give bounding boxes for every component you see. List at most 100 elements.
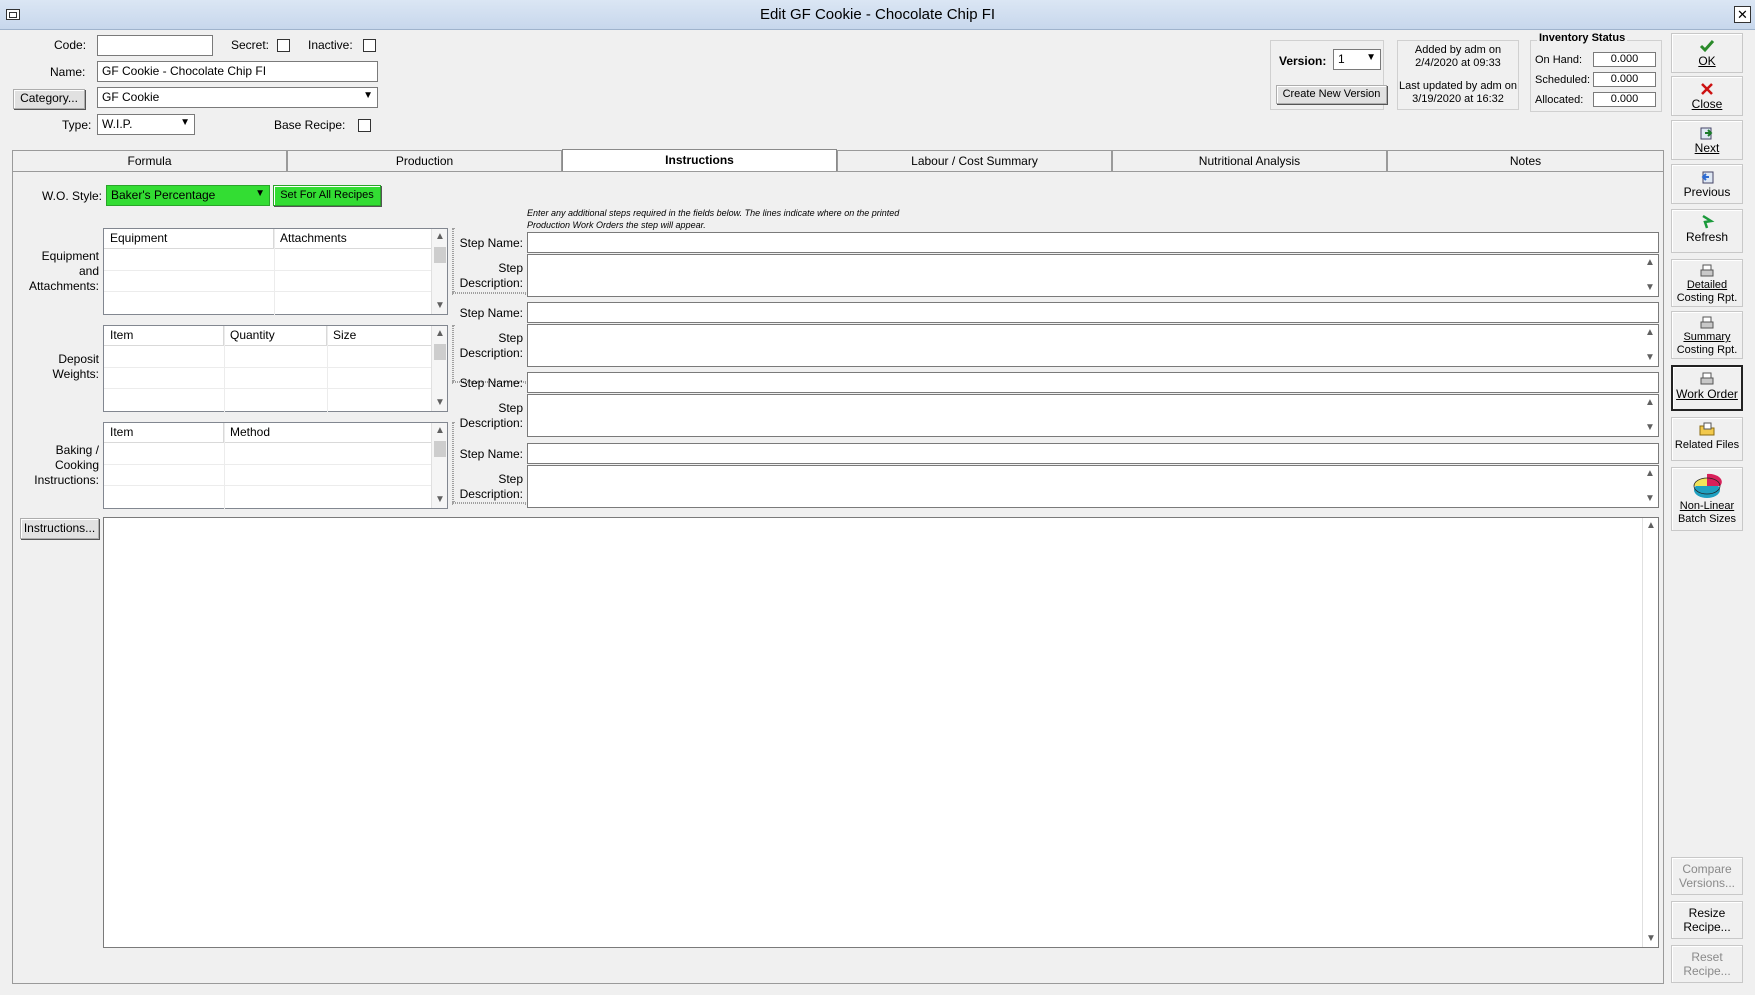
previous-label: Previous	[1683, 185, 1731, 199]
scroll-down-icon[interactable]: ▼	[1642, 350, 1658, 366]
window-close-icon[interactable]: ✕	[1734, 6, 1751, 23]
step-desc-line2: Description:	[459, 346, 523, 360]
step2-description-input[interactable]: ▲ ▼	[527, 324, 1659, 367]
step-desc-line2: Description:	[459, 276, 523, 290]
step-desc-line1: Step	[498, 401, 523, 415]
base-recipe-checkbox[interactable]	[358, 119, 371, 132]
tab-production[interactable]: Production	[287, 150, 562, 172]
equipment-label-line1: Equipment	[41, 249, 99, 263]
col-item[interactable]: Item	[104, 326, 224, 346]
scroll-down-icon[interactable]: ▼	[1642, 420, 1658, 436]
work-order-button[interactable]: Work Order	[1671, 365, 1743, 411]
added-line2: 2/4/2020 at 09:33	[1415, 57, 1501, 69]
previous-icon	[1701, 171, 1714, 184]
step2-scrollbar[interactable]: ▲ ▼	[1642, 325, 1658, 366]
step1-scrollbar[interactable]: ▲ ▼	[1642, 255, 1658, 296]
non-linear-batch-button[interactable]: Non-Linear Batch Sizes	[1671, 467, 1743, 531]
step-desc-line1: Step	[498, 261, 523, 275]
step1-description-input[interactable]: ▲ ▼	[527, 254, 1659, 297]
refresh-button[interactable]: Refresh	[1671, 209, 1743, 253]
baking-grid[interactable]: Item Method ▲ ▼	[103, 422, 448, 510]
instructions-button[interactable]: Instructions...	[20, 518, 99, 539]
code-input[interactable]	[97, 35, 213, 56]
step-desc-line2: Description:	[459, 416, 523, 430]
tab-labour-cost-summary[interactable]: Labour / Cost Summary	[837, 150, 1112, 172]
create-new-version-button[interactable]: Create New Version	[1276, 85, 1387, 104]
col-equipment[interactable]: Equipment	[104, 229, 274, 249]
scroll-down-icon[interactable]: ▼	[1642, 491, 1658, 507]
scroll-up-icon[interactable]: ▲	[1642, 466, 1658, 482]
scroll-up-icon[interactable]: ▲	[1642, 255, 1658, 271]
compare-line2: Versions...	[1678, 876, 1736, 890]
compare-line1: Compare	[1682, 862, 1732, 876]
type-select[interactable]: W.I.P. ▼	[97, 114, 195, 135]
pie-chart-icon	[1693, 473, 1722, 498]
inactive-label: Inactive:	[308, 38, 353, 52]
reset-recipe-button[interactable]: Reset Recipe...	[1671, 945, 1743, 983]
col-size[interactable]: Size	[327, 326, 432, 346]
wo-style-select[interactable]: Baker's Percentage ▼	[106, 185, 270, 206]
inactive-checkbox[interactable]	[363, 39, 376, 52]
on-hand-value: 0.000	[1593, 52, 1656, 67]
version-select[interactable]: 1 ▼	[1333, 49, 1381, 70]
col-method[interactable]: Method	[224, 423, 432, 443]
instructions-scrollbar[interactable]: ▲ ▼	[1642, 518, 1658, 947]
scroll-up-icon[interactable]: ▲	[1643, 518, 1659, 534]
step4-name-input[interactable]	[527, 443, 1659, 464]
step3-description-input[interactable]: ▲ ▼	[527, 394, 1659, 437]
base-recipe-label: Base Recipe:	[274, 118, 346, 132]
step2-name-label: Step Name:	[459, 306, 523, 320]
related-files-button[interactable]: Related Files	[1671, 417, 1743, 461]
type-value: W.I.P.	[102, 117, 133, 131]
resize-line1: Resize	[1688, 906, 1726, 920]
scheduled-value: 0.000	[1593, 72, 1656, 87]
tab-nutritional-analysis[interactable]: Nutritional Analysis	[1112, 150, 1387, 172]
inventory-title: Inventory Status	[1537, 32, 1628, 44]
reset-line1: Reset	[1691, 950, 1723, 964]
step3-scrollbar[interactable]: ▲ ▼	[1642, 395, 1658, 436]
set-for-all-recipes-button[interactable]: Set For All Recipes	[273, 185, 381, 206]
deposit-grid[interactable]: Item Quantity Size ▲ ▼	[103, 325, 448, 413]
resize-recipe-button[interactable]: Resize Recipe...	[1671, 901, 1743, 939]
step2-name-input[interactable]	[527, 302, 1659, 323]
summary-costing-button[interactable]: Summary Costing Rpt.	[1671, 311, 1743, 359]
secret-label: Secret:	[231, 38, 270, 52]
marker-line	[452, 292, 526, 294]
updated-line1: Last updated by adm on	[1398, 80, 1518, 92]
scroll-down-icon[interactable]: ▼	[1643, 931, 1659, 947]
col-quantity[interactable]: Quantity	[224, 326, 327, 346]
ok-label: OK	[1698, 54, 1716, 68]
step4-scrollbar[interactable]: ▲ ▼	[1642, 466, 1658, 507]
scroll-down-icon[interactable]: ▼	[1642, 280, 1658, 296]
compare-versions-button[interactable]: Compare Versions...	[1671, 857, 1743, 895]
ok-button[interactable]: OK	[1671, 33, 1743, 73]
detailed-costing-button[interactable]: Detailed Costing Rpt.	[1671, 259, 1743, 307]
next-button[interactable]: Next	[1671, 120, 1743, 160]
version-label: Version:	[1279, 54, 1327, 68]
previous-button[interactable]: Previous	[1671, 164, 1743, 204]
step4-description-input[interactable]: ▲ ▼	[527, 465, 1659, 508]
tab-instructions[interactable]: Instructions	[562, 149, 837, 173]
reset-label: Reset Recipe...	[1672, 950, 1742, 978]
printer-icon	[1700, 264, 1714, 277]
detailed-line1: Detailed	[1686, 279, 1728, 291]
col-item[interactable]: Item	[104, 423, 224, 443]
scroll-up-icon[interactable]: ▲	[1642, 325, 1658, 341]
name-input[interactable]: GF Cookie - Chocolate Chip FI	[97, 61, 378, 82]
category-select[interactable]: GF Cookie ▼	[97, 87, 378, 108]
category-button[interactable]: Category...	[13, 89, 85, 109]
secret-checkbox[interactable]	[277, 39, 290, 52]
tab-notes[interactable]: Notes	[1387, 150, 1664, 172]
wo-style-value: Baker's Percentage	[111, 188, 216, 202]
tab-formula[interactable]: Formula	[12, 150, 287, 172]
refresh-icon	[1702, 214, 1715, 229]
wo-style-label: W.O. Style:	[42, 189, 103, 203]
col-attachments[interactable]: Attachments	[274, 229, 432, 249]
step3-name-input[interactable]	[527, 372, 1659, 393]
step1-name-input[interactable]	[527, 232, 1659, 253]
instructions-textarea[interactable]: ▲ ▼	[103, 517, 1659, 948]
equipment-grid[interactable]: Equipment Attachments ▲ ▼	[103, 228, 448, 316]
step4-desc-label: Step Description:	[440, 472, 523, 502]
close-button[interactable]: Close	[1671, 76, 1743, 116]
scroll-up-icon[interactable]: ▲	[1642, 395, 1658, 411]
